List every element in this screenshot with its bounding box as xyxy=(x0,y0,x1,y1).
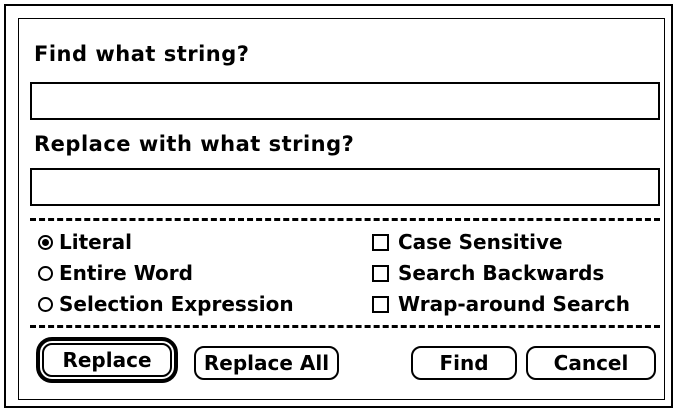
replace-input[interactable] xyxy=(30,168,660,206)
checkbox-search-backwards-label: Search Backwards xyxy=(398,261,605,285)
checkbox-icon xyxy=(372,264,389,282)
find-input[interactable] xyxy=(30,82,660,120)
checkbox-case-sensitive-label: Case Sensitive xyxy=(398,230,563,254)
checkbox-wrap-around-label: Wrap-around Search xyxy=(398,292,630,316)
radio-unchecked-icon xyxy=(38,296,53,312)
cancel-button[interactable]: Cancel xyxy=(526,346,656,380)
radio-unchecked-icon xyxy=(38,265,53,281)
find-label: Find what string? xyxy=(34,42,250,66)
checkbox-search-backwards[interactable]: Search Backwards xyxy=(372,261,604,285)
replace-button[interactable]: Replace xyxy=(36,337,178,383)
radio-checked-icon xyxy=(38,234,53,250)
radio-entire-word-label: Entire Word xyxy=(59,261,193,285)
divider-bottom xyxy=(30,325,660,328)
divider-top xyxy=(30,218,660,221)
checkbox-icon xyxy=(372,295,389,313)
checkbox-wrap-around[interactable]: Wrap-around Search xyxy=(372,292,630,316)
find-button[interactable]: Find xyxy=(411,346,517,380)
replace-all-button[interactable]: Replace All xyxy=(194,346,339,380)
radio-literal[interactable]: Literal xyxy=(38,230,132,254)
replace-label: Replace with what string? xyxy=(34,132,355,156)
radio-selection-expression-label: Selection Expression xyxy=(59,292,294,316)
radio-entire-word[interactable]: Entire Word xyxy=(38,261,193,285)
radio-literal-label: Literal xyxy=(59,230,132,254)
checkbox-case-sensitive[interactable]: Case Sensitive xyxy=(372,230,563,254)
radio-selection-expression[interactable]: Selection Expression xyxy=(38,292,294,316)
checkbox-icon xyxy=(372,233,389,251)
